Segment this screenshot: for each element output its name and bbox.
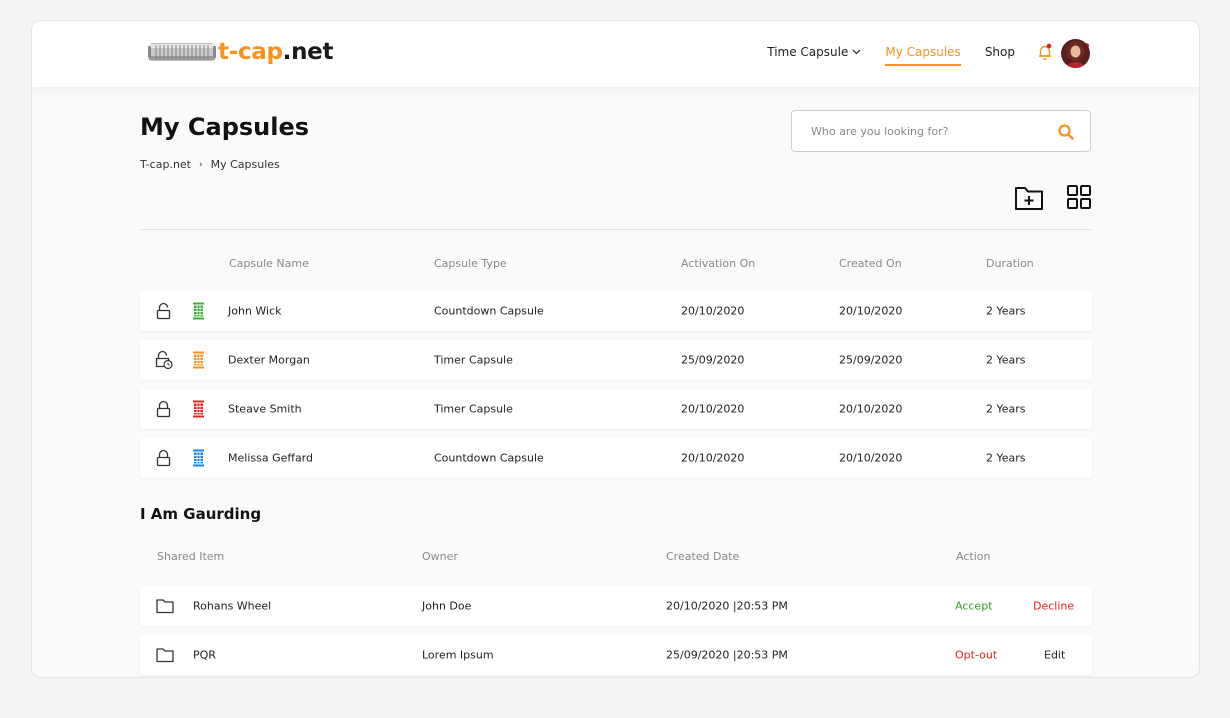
search-box bbox=[791, 110, 1091, 152]
brand-name: t-cap.net bbox=[218, 39, 333, 65]
created-date: 20/10/2020 bbox=[839, 304, 903, 318]
grid-view-icon[interactable] bbox=[1067, 185, 1091, 209]
created-date: 20/10/2020 bbox=[839, 402, 903, 416]
activation-date: 20/10/2020 bbox=[681, 304, 745, 318]
capsule-type: Timer Capsule bbox=[434, 353, 513, 367]
brand-logo[interactable]: t-cap.net bbox=[148, 39, 333, 65]
capsule-logo-icon bbox=[148, 43, 216, 61]
nav-my-capsules-label: My Capsules bbox=[885, 45, 961, 59]
capsule-name: Melissa Geffard bbox=[228, 451, 313, 465]
avatar-image bbox=[1061, 39, 1090, 68]
app-window: t-cap.net Time Capsule My Capsules Shop bbox=[31, 20, 1200, 678]
capsule-name: Dexter Morgan bbox=[228, 353, 310, 367]
shared-item-name: PQR bbox=[193, 648, 216, 662]
decline-button[interactable]: Decline bbox=[1033, 600, 1074, 613]
duration: 2 Years bbox=[986, 402, 1026, 416]
breadcrumb: T-cap.net › My Capsules bbox=[140, 158, 280, 171]
nav-shop-label: Shop bbox=[984, 45, 1015, 59]
capsule-green-icon bbox=[193, 302, 204, 320]
nav-time-capsule-label: Time Capsule bbox=[767, 45, 849, 59]
capsule-orange-icon bbox=[193, 351, 204, 369]
breadcrumb-current: My Capsules bbox=[210, 158, 280, 171]
page-title: My Capsules bbox=[140, 113, 310, 141]
capsule-type: Timer Capsule bbox=[434, 402, 513, 416]
created-datetime: 20/10/2020 |20:53 PM bbox=[666, 599, 788, 613]
duration: 2 Years bbox=[986, 451, 1026, 465]
table-row[interactable]: Steave Smith Timer Capsule 20/10/2020 20… bbox=[140, 389, 1092, 429]
capsule-blue-icon bbox=[193, 449, 204, 467]
user-avatar[interactable] bbox=[1061, 39, 1090, 68]
col-header-capsule-type[interactable]: Capsule Type bbox=[434, 257, 507, 270]
col-header-owner[interactable]: Owner bbox=[422, 550, 458, 563]
col-header-activation-on[interactable]: Activation On bbox=[681, 257, 755, 270]
section-title-guarding: I Am Gaurding bbox=[140, 505, 262, 523]
opt-out-button[interactable]: Opt-out bbox=[955, 649, 997, 662]
created-datetime: 25/09/2020 |20:53 PM bbox=[666, 648, 788, 662]
owner-name: John Doe bbox=[422, 599, 472, 613]
edit-button[interactable]: Edit bbox=[1044, 649, 1065, 662]
nav-shop[interactable]: Shop bbox=[985, 45, 1015, 59]
lock-open-icon[interactable] bbox=[156, 302, 171, 320]
created-date: 25/09/2020 bbox=[839, 353, 903, 367]
breadcrumb-separator-icon: › bbox=[199, 159, 203, 170]
table-row[interactable]: Melissa Geffard Countdown Capsule 20/10/… bbox=[140, 438, 1092, 478]
capsule-type: Countdown Capsule bbox=[434, 304, 544, 318]
folder-icon bbox=[156, 599, 174, 614]
created-date: 20/10/2020 bbox=[839, 451, 903, 465]
col-header-duration[interactable]: Duration bbox=[986, 257, 1034, 270]
folder-icon bbox=[156, 648, 174, 663]
lock-timer-icon[interactable] bbox=[155, 350, 173, 370]
duration: 2 Years bbox=[986, 353, 1026, 367]
col-header-created-date[interactable]: Created Date bbox=[666, 550, 739, 563]
section-divider bbox=[140, 229, 1092, 230]
main-nav: Time Capsule My Capsules Shop bbox=[767, 43, 1091, 66]
new-folder-icon[interactable] bbox=[1014, 184, 1044, 211]
capsule-type: Countdown Capsule bbox=[434, 451, 544, 465]
activation-date: 25/09/2020 bbox=[681, 353, 745, 367]
brand-name-accent: t-cap bbox=[218, 39, 283, 65]
table-row[interactable]: John Wick Countdown Capsule 20/10/2020 2… bbox=[140, 291, 1092, 331]
shared-item-name: Rohans Wheel bbox=[193, 599, 272, 613]
chevron-down-icon bbox=[852, 49, 861, 55]
col-header-created-on[interactable]: Created On bbox=[839, 257, 902, 270]
capsule-name: Steave Smith bbox=[228, 402, 302, 416]
brand-name-rest: .net bbox=[282, 39, 334, 65]
col-header-shared-item[interactable]: Shared Item bbox=[157, 550, 224, 563]
duration: 2 Years bbox=[986, 304, 1026, 318]
bell-icon[interactable] bbox=[1037, 43, 1053, 61]
capsule-red-icon bbox=[193, 400, 204, 418]
nav-time-capsule[interactable]: Time Capsule bbox=[767, 45, 861, 59]
top-navbar: t-cap.net Time Capsule My Capsules Shop bbox=[32, 21, 1199, 87]
nav-my-capsules[interactable]: My Capsules bbox=[885, 45, 962, 66]
capsule-name: John Wick bbox=[228, 304, 282, 318]
search-input[interactable] bbox=[792, 124, 1042, 138]
breadcrumb-root-link[interactable]: T-cap.net bbox=[140, 158, 191, 171]
lock-icon[interactable] bbox=[156, 449, 171, 467]
accept-button[interactable]: Accept bbox=[955, 600, 993, 613]
activation-date: 20/10/2020 bbox=[681, 402, 745, 416]
search-icon[interactable] bbox=[1058, 124, 1074, 140]
table-row[interactable]: Rohans Wheel John Doe 20/10/2020 |20:53 … bbox=[140, 586, 1092, 626]
owner-name: Lorem Ipsum bbox=[422, 648, 494, 662]
activation-date: 20/10/2020 bbox=[681, 451, 745, 465]
table-row[interactable]: Dexter Morgan Timer Capsule 25/09/2020 2… bbox=[140, 340, 1092, 380]
col-header-action: Action bbox=[956, 550, 991, 563]
table-row[interactable]: PQR Lorem Ipsum 25/09/2020 |20:53 PM Opt… bbox=[140, 635, 1092, 675]
col-header-capsule-name[interactable]: Capsule Name bbox=[229, 257, 309, 270]
lock-icon[interactable] bbox=[156, 400, 171, 418]
